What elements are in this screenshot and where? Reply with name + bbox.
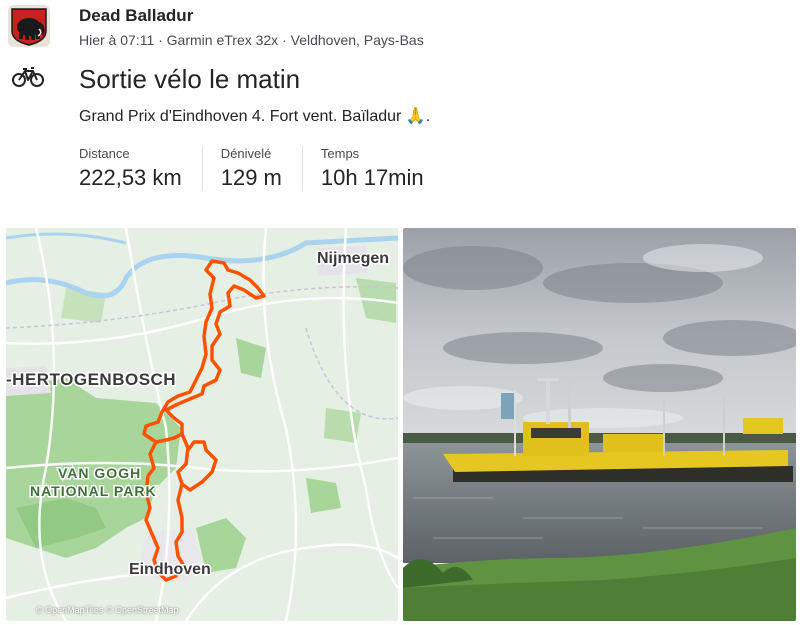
stat-value: 10h 17min — [320, 165, 424, 190]
stat-distance: Distance 222,53 km — [79, 146, 203, 191]
stats-row: Distance 222,53 km Dénivelé 129 m Temps … — [79, 146, 462, 191]
activity-photo[interactable] — [403, 228, 796, 621]
map-label-nijmegen: Nijmegen — [317, 250, 389, 267]
stat-time: Temps 10h 17min — [321, 146, 444, 191]
activity-title[interactable]: Sortie vélo le matin — [79, 64, 300, 95]
stat-label: Distance — [79, 146, 130, 161]
stat-label: Dénivelé — [220, 146, 272, 161]
activity-meta: Hier à 07:11 · Garmin eTrex 32x · Veldho… — [79, 32, 424, 48]
stat-elevation: Dénivelé 129 m — [221, 146, 303, 191]
bike-icon — [12, 66, 44, 88]
map-label-eindhoven: Eindhoven — [129, 561, 211, 578]
map-label-park-line2: NATIONAL PARK — [30, 483, 157, 499]
map-attribution[interactable]: © OpenMapTiles © OpenStreetMap — [36, 605, 179, 615]
activity-description: Grand Prix d'Eindhoven 4. Fort vent. Baï… — [79, 108, 431, 125]
route-map[interactable]: Nijmegen -HERTOGENBOSCH VAN GOGH NATIONA… — [6, 228, 398, 621]
map-label-hertogenbosch: -HERTOGENBOSCH — [6, 370, 176, 389]
map-label-park-line1: VAN GOGH — [58, 465, 141, 481]
stat-value: 129 m — [220, 165, 282, 190]
athlete-avatar[interactable] — [8, 5, 50, 47]
stat-label: Temps — [320, 146, 360, 161]
athlete-name[interactable]: Dead Balladur — [79, 6, 193, 26]
stat-value: 222,53 km — [79, 165, 182, 190]
